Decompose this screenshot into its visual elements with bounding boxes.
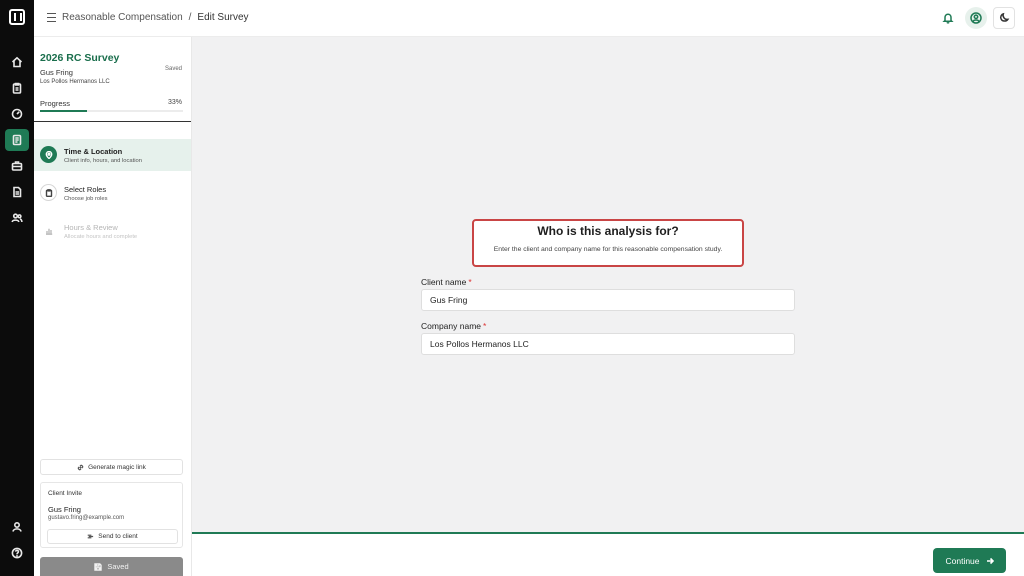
- progress-percent: 33%: [167, 99, 182, 106]
- dark-mode-icon[interactable]: [993, 7, 1015, 29]
- company-name-label-text: Company name: [421, 321, 482, 331]
- clipboard-icon: [40, 184, 57, 201]
- panel-divider: [34, 121, 191, 122]
- survey-panel: 2026 RC Survey Gus Fring Los Pollos Herm…: [34, 37, 192, 576]
- step-time-location[interactable]: Time & Location Client info, hours, and …: [34, 139, 191, 171]
- saved-button[interactable]: Saved: [40, 557, 183, 576]
- company-name-label: Company name *: [421, 321, 486, 331]
- required-mark: *: [483, 321, 487, 331]
- client-name-input[interactable]: [421, 289, 795, 311]
- breadcrumb-separator: /: [188, 12, 192, 23]
- client-name-label-text: Client name: [421, 277, 467, 287]
- step-title: Hours & Review: [64, 223, 118, 232]
- send-to-client-button[interactable]: Send to client: [47, 529, 178, 544]
- step-subtitle: Choose job roles: [64, 196, 108, 202]
- step-title: Select Roles: [64, 185, 107, 194]
- step-select-roles[interactable]: Select Roles Choose job roles: [34, 177, 191, 209]
- continue-button[interactable]: Continue: [933, 548, 1006, 573]
- invite-client-name: Gus Fring: [48, 505, 81, 514]
- client-invite-card: Client Invite Gus Fring gustavo.fring@ex…: [40, 482, 183, 548]
- required-mark: *: [468, 277, 472, 287]
- user-icon[interactable]: [5, 516, 29, 538]
- saved-status: Saved: [164, 66, 182, 72]
- question-header: Who is this analysis for? Enter the clie…: [472, 219, 744, 267]
- save-icon: [94, 562, 103, 571]
- survey-client-name: Gus Fring: [40, 68, 73, 77]
- survey-company-name: Los Pollos Hermanos LLC: [40, 79, 110, 85]
- home-icon[interactable]: [5, 51, 29, 73]
- form-footer: Continue: [192, 532, 1024, 576]
- invite-heading: Client Invite: [48, 490, 82, 497]
- breadcrumb: Reasonable Compensation / Edit Survey: [62, 12, 249, 23]
- question-subtitle: Enter the client and company name for th…: [493, 246, 723, 253]
- survey-icon[interactable]: [5, 129, 29, 151]
- top-actions: [937, 7, 1015, 29]
- continue-label: Continue: [945, 555, 980, 566]
- location-pin-icon: [40, 146, 57, 163]
- progress-bar: [40, 110, 183, 112]
- users-icon[interactable]: [5, 207, 29, 229]
- menu-icon[interactable]: [47, 13, 56, 22]
- step-hours-review: Hours & Review Allocate hours and comple…: [34, 215, 191, 247]
- link-icon: [77, 464, 84, 470]
- top-bar: Reasonable Compensation / Edit Survey: [34, 0, 1024, 37]
- app-rail: [0, 0, 34, 576]
- survey-title: 2026 RC Survey: [40, 52, 120, 64]
- arrow-right-icon: [986, 557, 994, 564]
- client-name-label: Client name *: [421, 277, 472, 287]
- magic-link-label: Generate magic link: [88, 463, 146, 471]
- progress-bar-fill: [40, 110, 88, 112]
- clipboard-icon[interactable]: [5, 77, 29, 99]
- progress-label: Progress: [40, 99, 71, 108]
- breadcrumb-parent[interactable]: Reasonable Compensation: [62, 12, 183, 23]
- bell-icon[interactable]: [937, 7, 959, 29]
- gauge-icon[interactable]: [5, 103, 29, 125]
- company-name-input[interactable]: [421, 333, 795, 355]
- account-avatar-icon[interactable]: [965, 7, 987, 29]
- generate-magic-link-button[interactable]: Generate magic link: [40, 459, 183, 475]
- question-title: Who is this analysis for?: [537, 224, 679, 238]
- briefcase-icon[interactable]: [5, 155, 29, 177]
- app-logo-icon[interactable]: [9, 9, 25, 25]
- breadcrumb-current: Edit Survey: [197, 12, 249, 23]
- invite-client-email: gustavo.fring@example.com: [48, 515, 125, 521]
- step-subtitle: Allocate hours and complete: [64, 234, 138, 240]
- bar-chart-icon: [40, 222, 57, 239]
- send-to-client-label: Send to client: [98, 533, 138, 540]
- help-icon[interactable]: [5, 542, 29, 564]
- document-icon[interactable]: [5, 181, 29, 203]
- saved-button-label: Saved: [107, 562, 129, 571]
- step-title: Time & Location: [64, 147, 123, 156]
- step-subtitle: Client info, hours, and location: [64, 158, 142, 164]
- send-icon: [87, 534, 94, 539]
